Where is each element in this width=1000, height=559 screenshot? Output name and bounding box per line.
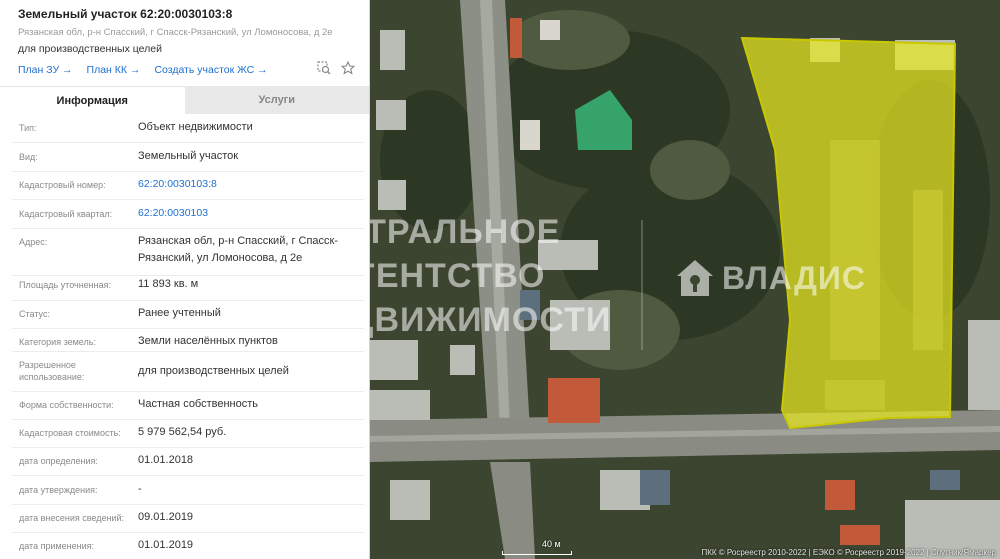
divider	[12, 228, 364, 229]
scale-label: 40 м	[542, 539, 561, 549]
row-label: Кадастровый номер:	[19, 180, 106, 190]
divider	[12, 504, 364, 505]
row-label: дата внесения сведений:	[19, 513, 124, 523]
zoom-to-icon[interactable]	[317, 61, 331, 75]
cadastral-number-link[interactable]: 62:20:0030103:8	[138, 176, 363, 193]
divider	[12, 419, 364, 420]
row-label: Площадь уточненная:	[19, 280, 111, 290]
row-value: -	[138, 483, 142, 495]
brand-wordmark: ВЛАДИС	[722, 260, 866, 296]
create-parcel-link[interactable]: Создать участок ЖС →	[154, 64, 267, 76]
row-value: Частная собственность	[138, 398, 259, 410]
tab-services[interactable]: Услуги	[184, 86, 369, 114]
row-value: 09.01.2019	[138, 511, 194, 523]
row-value: Земли населённых пунктов	[138, 335, 278, 347]
cadastral-quarter-link[interactable]: 62:20:0030103	[138, 205, 363, 222]
divider	[12, 142, 364, 143]
row-label: Статус:	[19, 309, 50, 319]
row-value: Земельный участок	[138, 150, 239, 162]
row-label: Адрес:	[19, 237, 48, 247]
panel-header: Земельный участок 62:20:0030103:8 Рязанс…	[0, 0, 369, 86]
row-value: Ранее учтенный	[138, 307, 221, 319]
plan-zu-link[interactable]: План ЗУ →	[18, 64, 73, 76]
row-label: Разрешенное использование:	[19, 360, 85, 382]
divider	[12, 447, 364, 448]
watermark-line-3: НЕДВИЖИМОСТИ	[370, 301, 612, 339]
scale-bar: 40 м	[502, 539, 572, 555]
info-panel: Земельный участок 62:20:0030103:8 Рязанс…	[0, 0, 370, 559]
satellite-map[interactable]: ЦЕНТРАЛЬНОЕ АГЕНТСТВО НЕДВИЖИМОСТИ ВЛАДИ…	[370, 0, 1000, 559]
row-value: для производственных целей	[138, 365, 289, 377]
row-label: Кадастровая стоимость:	[19, 428, 121, 438]
divider	[12, 391, 364, 392]
divider	[12, 351, 364, 352]
parcel-title: Земельный участок 62:20:0030103:8	[18, 7, 233, 21]
scale-line	[502, 551, 572, 555]
row-label: Форма собственности:	[19, 400, 114, 410]
row-value: 5 979 562,54 руб.	[138, 426, 227, 438]
row-label: дата утверждения:	[19, 485, 98, 495]
tab-info[interactable]: Информация	[0, 86, 185, 114]
divider	[12, 328, 364, 329]
star-icon[interactable]	[341, 61, 355, 75]
row-label: Категория земель:	[19, 337, 96, 347]
row-value: 01.01.2018	[138, 454, 194, 466]
divider	[12, 300, 364, 301]
row-value: 11 893 кв. м	[138, 278, 199, 290]
map-attribution: ПКК © Росреестр 2010-2022 | ЕЭКО © Росре…	[701, 548, 996, 557]
parcel-address: Рязанская обл, р-н Спасский, г Спасск-Ря…	[18, 27, 333, 38]
watermark-line-2: АГЕНТСТВО	[370, 257, 546, 295]
row-value: Объект недвижимости	[138, 121, 253, 133]
divider	[12, 171, 364, 172]
row-label: дата определения:	[19, 456, 98, 466]
row-label: Тип:	[19, 123, 37, 133]
plan-kk-link[interactable]: План КК →	[87, 64, 141, 76]
parcel-purpose: для производственных целей	[18, 43, 162, 55]
divider	[12, 475, 364, 476]
watermark-line-1: ЦЕНТРАЛЬНОЕ	[370, 213, 561, 251]
row-label: Кадастровый квартал:	[19, 209, 113, 219]
panel-tabs: Информация Услуги	[0, 86, 369, 114]
divider	[12, 199, 364, 200]
row-label: дата применения:	[19, 541, 95, 551]
row-label: Вид:	[19, 152, 38, 162]
header-icons	[317, 61, 355, 75]
row-value: Рязанская обл, р-н Спасский, г Спасск-Ря…	[138, 235, 339, 264]
divider	[12, 532, 364, 533]
row-value: 01.01.2019	[138, 539, 194, 551]
